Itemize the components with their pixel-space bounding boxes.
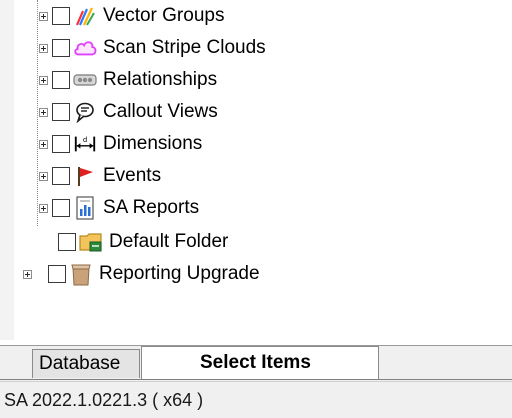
- checkbox[interactable]: [52, 103, 70, 121]
- expand-icon[interactable]: [39, 139, 48, 149]
- tab-bar-baseline: [0, 379, 512, 380]
- tree-item-label: SA Reports: [103, 197, 200, 218]
- tree-item-dimensions[interactable]: d Dimensions: [39, 128, 202, 160]
- tree-item-label: Events: [103, 165, 162, 186]
- checkbox[interactable]: [52, 71, 70, 89]
- tree-item-callout-views[interactable]: Callout Views: [39, 96, 218, 128]
- tab-label: Database: [39, 353, 121, 374]
- callout-views-icon: [73, 100, 97, 124]
- checkbox[interactable]: [52, 167, 70, 185]
- tab-database[interactable]: Database: [32, 349, 140, 378]
- version-text: SA 2022.1.0221.3 ( x64 ): [4, 389, 204, 410]
- tree-item-label: Relationships: [103, 69, 218, 90]
- checkbox[interactable]: [52, 39, 70, 57]
- expand-icon[interactable]: [39, 43, 48, 53]
- checkbox[interactable]: [52, 135, 70, 153]
- tree-connector-line: [37, 0, 38, 226]
- cloud-icon: [73, 36, 97, 60]
- checkbox[interactable]: [58, 233, 76, 251]
- tree-item-relationships[interactable]: Relationships: [39, 64, 217, 96]
- expand-icon[interactable]: [39, 203, 48, 213]
- tab-bar: Database Select Items: [0, 345, 512, 382]
- tree-item-label: Callout Views: [103, 101, 218, 122]
- events-flag-icon: [73, 164, 97, 188]
- default-folder-icon: [79, 230, 103, 254]
- expand-icon[interactable]: [39, 11, 48, 21]
- tree-item-label: Default Folder: [109, 231, 229, 252]
- vector-groups-icon: [73, 4, 97, 28]
- tree-item-label: Scan Stripe Clouds: [103, 37, 266, 58]
- status-bar: SA 2022.1.0221.3 ( x64 ): [0, 381, 512, 418]
- expand-icon[interactable]: [39, 171, 48, 181]
- tab-label: Select Items: [200, 352, 311, 373]
- expand-icon[interactable]: [39, 75, 48, 85]
- sa-reports-icon: [73, 196, 97, 220]
- tree-item-events[interactable]: Events: [39, 160, 161, 192]
- expand-icon[interactable]: [23, 269, 32, 279]
- reporting-upgrade-icon: [69, 262, 93, 286]
- tree-item-label: Reporting Upgrade: [99, 263, 260, 284]
- checkbox[interactable]: [48, 265, 66, 283]
- relationships-icon: [73, 68, 97, 92]
- checkbox[interactable]: [52, 199, 70, 217]
- tree-item-scan-stripe-clouds[interactable]: Scan Stripe Clouds: [39, 32, 266, 64]
- tab-select-items[interactable]: Select Items: [141, 346, 379, 379]
- tree-item-reporting-upgrade[interactable]: Reporting Upgrade: [23, 258, 260, 290]
- tree-item-default-folder[interactable]: Default Folder: [58, 226, 228, 258]
- tree-item-label: Dimensions: [103, 133, 203, 154]
- checkbox[interactable]: [52, 7, 70, 25]
- tree-panel: Vector Groups Scan Stripe Clouds Relatio…: [0, 0, 512, 340]
- svg-text:d: d: [83, 135, 87, 144]
- tree-item-label: Vector Groups: [103, 5, 225, 26]
- tree-item-sa-reports[interactable]: SA Reports: [39, 192, 199, 224]
- expand-icon[interactable]: [39, 107, 48, 117]
- dimensions-icon: d: [73, 132, 97, 156]
- tree-left-strip: [0, 0, 14, 340]
- tree-item-vector-groups[interactable]: Vector Groups: [39, 0, 224, 32]
